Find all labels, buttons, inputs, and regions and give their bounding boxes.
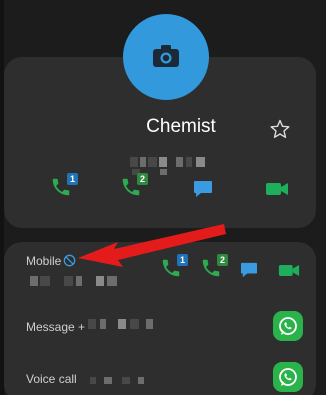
call-sim2-button[interactable]: 2 — [120, 173, 148, 198]
contact-avatar[interactable] — [123, 14, 209, 100]
video-icon — [266, 183, 288, 195]
mobile-message-button[interactable] — [240, 262, 266, 284]
message-icon — [194, 181, 212, 197]
whatsapp-icon — [279, 368, 297, 386]
whatsapp-voice-call-button[interactable] — [273, 362, 303, 392]
blocked-icon — [63, 254, 76, 267]
sim2-badge: 2 — [137, 173, 148, 185]
whatsapp-voice-label: Voice call — [26, 372, 77, 386]
mobile-video-call-button[interactable] — [278, 263, 304, 285]
whatsapp-message-button[interactable] — [273, 311, 303, 341]
call-sim1-button[interactable]: 1 — [50, 173, 78, 198]
message-button[interactable] — [193, 180, 219, 202]
whatsapp-message-label: Message + — [26, 320, 86, 334]
contact-name: Chemist — [146, 116, 216, 137]
contact-screen: Chemist 1 2 Mobile 1 2 Message + Voice c… — [0, 0, 326, 395]
video-icon — [278, 265, 300, 276]
mobile-label: Mobile — [26, 254, 62, 268]
whatsapp-icon — [279, 317, 297, 335]
video-call-button[interactable] — [265, 181, 291, 203]
camera-icon — [153, 45, 179, 67]
star-outline-icon[interactable] — [270, 119, 290, 139]
red-arrow — [78, 224, 226, 267]
sim1-badge: 1 — [67, 173, 78, 185]
message-icon — [241, 262, 257, 278]
